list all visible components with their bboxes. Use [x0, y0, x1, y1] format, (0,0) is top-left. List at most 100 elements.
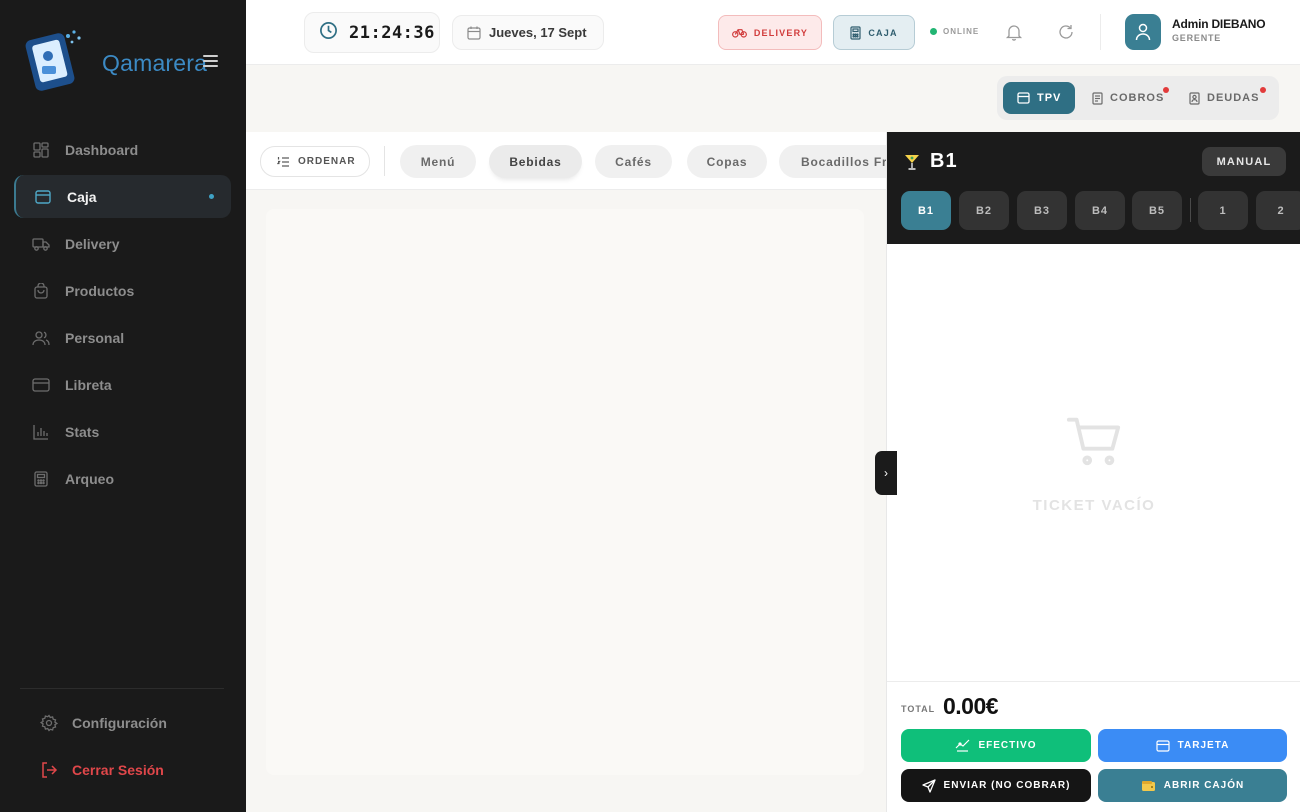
tab-tpv[interactable]: TPV [1003, 82, 1076, 114]
send-no-charge-button[interactable]: ENVIAR (NO COBRAR) [901, 769, 1091, 802]
sidebar-item-libreta[interactable]: Libreta [14, 363, 231, 406]
calendar-icon [467, 26, 481, 40]
user-icon [1135, 23, 1151, 41]
ticket-header: B1 MANUAL B1 B2 B3 B4 B5 1 2 [887, 132, 1300, 244]
truck-icon [32, 235, 50, 253]
collapse-panel-button[interactable]: › [875, 451, 897, 495]
connection-status: ONLINE [930, 27, 979, 36]
settings-button[interactable]: Configuración [40, 714, 167, 732]
table-divider [1190, 198, 1191, 222]
user-card-icon [1189, 91, 1200, 105]
cash-register-icon [1017, 92, 1030, 104]
order-button[interactable]: ORDENAR [260, 146, 370, 177]
tab-label: DEUDAS [1207, 92, 1260, 104]
empty-ticket-label: TICKET VACÍO [1032, 497, 1156, 514]
category-cafes[interactable]: Cafés [595, 145, 672, 178]
status-label: ONLINE [943, 27, 980, 36]
top-header: 21:24:36 Jueves, 17 Sept DELIVERY CAJA O… [246, 0, 1300, 65]
category-divider [384, 146, 385, 176]
table-button[interactable]: B4 [1075, 191, 1125, 230]
sidebar-item-dashboard[interactable]: Dashboard [14, 128, 231, 171]
table-button[interactable]: B1 [901, 191, 951, 230]
sidebar-item-label: Caja [67, 188, 97, 205]
table-button[interactable]: 2 [1256, 191, 1300, 230]
ticket-footer: TOTAL 0.00€ EFECTIVO TARJETA ENVIAR (NO … [887, 681, 1300, 812]
tab-cobros[interactable]: COBROS [1092, 82, 1169, 114]
logout-button[interactable]: Cerrar Sesión [40, 761, 164, 779]
tab-label: TPV [1037, 92, 1062, 104]
cash-icon [955, 739, 970, 752]
ticket-title: B1 [903, 150, 958, 173]
credit-card-icon [1156, 739, 1170, 752]
table-button[interactable]: B5 [1132, 191, 1182, 230]
category-menu[interactable]: Menú [400, 145, 476, 178]
sidebar-item-label: Personal [65, 329, 125, 346]
empty-ticket: TICKET VACÍO [887, 412, 1300, 514]
bell-icon[interactable] [1005, 23, 1023, 46]
calculator-icon [32, 470, 50, 488]
table-button[interactable]: 1 [1198, 191, 1248, 230]
mode-tabs: TPV COBROS DEUDAS [997, 76, 1279, 120]
sidebar: Qamarera Dashboard Caja Delivery Product… [0, 0, 246, 812]
shopping-bag-icon [32, 282, 50, 300]
card-payment-button[interactable]: TARJETA [1098, 729, 1287, 762]
sidebar-item-arqueo[interactable]: Arqueo [14, 457, 231, 500]
credit-card-icon [32, 376, 50, 394]
notification-badge [1163, 87, 1169, 93]
refresh-icon[interactable] [1058, 24, 1074, 45]
category-copas[interactable]: Copas [687, 145, 767, 178]
avatar[interactable] [1125, 14, 1161, 50]
sidebar-item-stats[interactable]: Stats [14, 410, 231, 453]
list-order-icon [277, 156, 290, 168]
tab-deudas[interactable]: DEUDAS [1189, 82, 1266, 114]
table-button[interactable]: B3 [1017, 191, 1067, 230]
tab-label: COBROS [1110, 92, 1165, 104]
chevron-right-icon: › [884, 466, 888, 480]
header-divider [1100, 14, 1101, 50]
category-bocadillos[interactable]: Bocadillos Fr [779, 145, 886, 178]
card-label: TARJETA [1177, 740, 1230, 751]
category-bebidas[interactable]: Bebidas [489, 145, 582, 178]
user-name: Admin DIEBANO [1172, 17, 1266, 31]
sidebar-nav: Dashboard Caja Delivery Productos Person… [14, 128, 231, 504]
settings-label: Configuración [72, 715, 167, 731]
logout-label: Cerrar Sesión [72, 762, 164, 778]
cash-label: EFECTIVO [978, 740, 1037, 751]
sidebar-item-label: Arqueo [65, 470, 114, 487]
app-logo[interactable]: Qamarera [24, 26, 207, 96]
bar-chart-icon [32, 423, 50, 441]
product-grid [266, 209, 864, 775]
cash-register-icon [34, 188, 52, 206]
user-role: GERENTE [1172, 33, 1222, 43]
status-dot [930, 28, 937, 35]
clock-icon [319, 21, 338, 45]
logo-text: Qamarera [102, 50, 208, 76]
gear-icon [40, 714, 58, 732]
open-drawer-button[interactable]: ABRIR CAJÓN [1098, 769, 1287, 802]
dashboard-icon [32, 141, 50, 159]
menu-toggle-icon[interactable] [203, 55, 218, 68]
caja-button[interactable]: CAJA [833, 15, 915, 50]
sidebar-item-label: Dashboard [65, 141, 139, 158]
notification-badge [1260, 87, 1266, 93]
ticket-panel: B1 MANUAL B1 B2 B3 B4 B5 1 2 TICKET VACÍ… [886, 132, 1300, 812]
manual-button[interactable]: MANUAL [1202, 147, 1286, 176]
delivery-button[interactable]: DELIVERY [718, 15, 822, 50]
cash-payment-button[interactable]: EFECTIVO [901, 729, 1091, 762]
sidebar-item-caja[interactable]: Caja [14, 175, 231, 218]
sidebar-item-delivery[interactable]: Delivery [14, 222, 231, 265]
drawer-label: ABRIR CAJÓN [1163, 780, 1245, 791]
table-button[interactable]: B2 [959, 191, 1009, 230]
total-value: 0.00€ [943, 693, 999, 719]
send-icon [921, 778, 936, 793]
users-icon [32, 329, 50, 347]
sidebar-item-productos[interactable]: Productos [14, 269, 231, 312]
date-text: Jueves, 17 Sept [489, 25, 587, 40]
sidebar-item-personal[interactable]: Personal [14, 316, 231, 359]
logout-icon [40, 761, 58, 779]
cart-icon [1066, 417, 1121, 466]
wallet-icon [1141, 780, 1156, 792]
bicycle-icon [731, 27, 747, 38]
send-label: ENVIAR (NO COBRAR) [943, 780, 1071, 791]
sidebar-item-label: Delivery [65, 235, 120, 252]
